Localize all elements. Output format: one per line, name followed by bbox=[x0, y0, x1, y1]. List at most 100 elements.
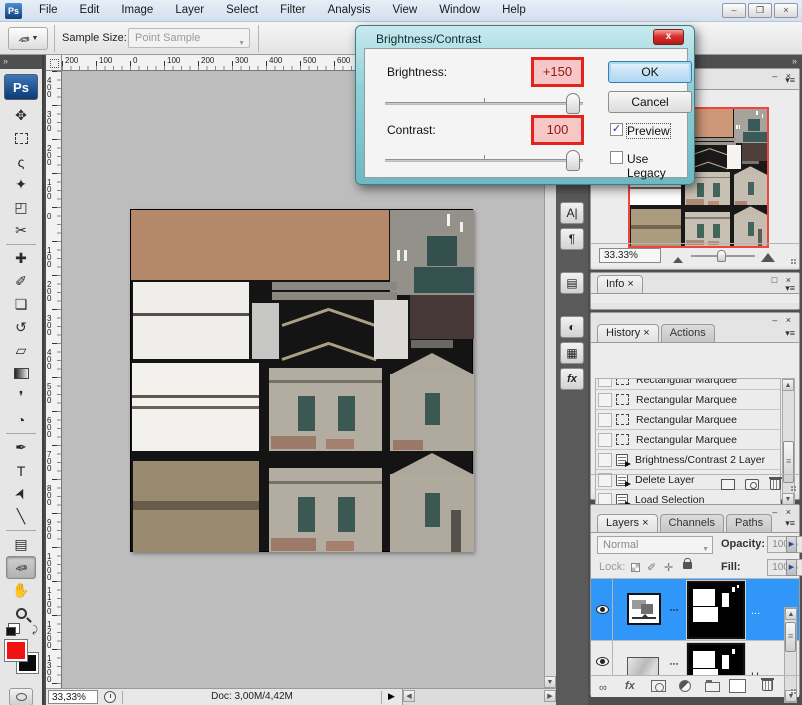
contrast-slider[interactable] bbox=[385, 159, 583, 162]
brightness-slider[interactable] bbox=[385, 102, 583, 105]
ruler-origin-box[interactable] bbox=[46, 55, 62, 71]
history-state-box[interactable] bbox=[598, 393, 612, 407]
hand-tool[interactable]: ✋ bbox=[6, 579, 36, 602]
default-colors-icon[interactable] bbox=[6, 627, 16, 636]
history-item[interactable]: Rectangular Marquee bbox=[596, 410, 780, 430]
vertical-ruler[interactable]: 4003002001000100200300400500600700800900… bbox=[46, 71, 62, 688]
gradient-tool[interactable] bbox=[6, 362, 36, 385]
fill-arrow-button[interactable]: ▶ bbox=[786, 559, 797, 576]
history-state-box[interactable] bbox=[598, 378, 612, 387]
move-tool[interactable]: ✥ bbox=[6, 104, 36, 127]
dialog-close-button[interactable]: x bbox=[653, 29, 684, 45]
scroll-left-icon[interactable]: ◀ bbox=[403, 690, 415, 702]
tool-dock-collapse[interactable]: » bbox=[0, 55, 42, 69]
quick-mask-button[interactable] bbox=[9, 688, 33, 705]
lock-position-icon[interactable]: ✛ bbox=[664, 561, 673, 574]
contrast-value[interactable]: 100 bbox=[531, 115, 584, 145]
adjustment-layer-thumbnail[interactable] bbox=[627, 593, 661, 625]
healing-brush-tool[interactable]: ✚ bbox=[6, 247, 36, 270]
layer-mask-thumbnail[interactable] bbox=[687, 643, 745, 675]
layer-comps-panel-icon[interactable]: ▤ bbox=[560, 272, 584, 294]
navigator-zoom-field[interactable]: 33.33% bbox=[599, 248, 661, 263]
navigator-zoom-slider[interactable] bbox=[691, 255, 755, 257]
resize-grip[interactable] bbox=[791, 259, 797, 265]
contrast-slider-thumb[interactable] bbox=[566, 150, 580, 171]
lasso-tool[interactable]: ς bbox=[6, 150, 36, 173]
eye-icon[interactable] bbox=[596, 657, 609, 666]
panel-menu-icon[interactable]: ▾≡ bbox=[785, 75, 795, 86]
history-item[interactable]: Rectangular Marquee bbox=[596, 390, 780, 410]
history-item[interactable]: Rectangular Marquee bbox=[596, 430, 780, 450]
visibility-cell[interactable] bbox=[593, 579, 613, 640]
layer-style-icon[interactable]: fx bbox=[625, 680, 635, 692]
app-icon[interactable]: Ps bbox=[5, 3, 22, 19]
add-layer-mask-icon[interactable] bbox=[651, 680, 666, 692]
line-tool[interactable]: ╲ bbox=[6, 505, 36, 528]
notes-tool[interactable]: ▤ bbox=[6, 533, 36, 556]
texture-atlas-image[interactable] bbox=[130, 209, 473, 552]
crop-tool[interactable]: ◰ bbox=[6, 196, 36, 219]
rectangular-marquee-tool[interactable] bbox=[6, 127, 36, 150]
brightness-slider-thumb[interactable] bbox=[566, 93, 580, 114]
styles-panel-icon[interactable]: fx bbox=[560, 368, 584, 390]
new-group-icon[interactable] bbox=[705, 682, 720, 692]
menu-filter[interactable]: Filter bbox=[269, 0, 317, 21]
new-layer-icon[interactable] bbox=[731, 680, 744, 691]
ok-button[interactable]: OK bbox=[608, 61, 692, 83]
resize-grip[interactable] bbox=[791, 486, 797, 492]
pen-tool[interactable]: ✒ bbox=[6, 436, 36, 459]
tab-channels[interactable]: Channels bbox=[660, 514, 724, 532]
history-state-box[interactable] bbox=[598, 433, 612, 447]
tab-paths[interactable]: Paths bbox=[726, 514, 772, 532]
zoom-level-field[interactable]: 33,33% bbox=[48, 690, 98, 704]
opacity-arrow-button[interactable]: ▶ bbox=[786, 536, 797, 553]
layer-row-adjustment[interactable]: 𝌀 ... bbox=[591, 579, 799, 641]
scrollbar-thumb[interactable] bbox=[785, 622, 796, 652]
panel-menu-icon[interactable]: ▾≡ bbox=[785, 518, 795, 529]
menu-view[interactable]: View bbox=[381, 0, 428, 21]
mask-link-icon[interactable]: 𝌀 bbox=[669, 603, 679, 616]
visibility-cell[interactable] bbox=[593, 641, 613, 675]
scroll-right-icon[interactable]: ▶ bbox=[544, 690, 556, 702]
menu-select[interactable]: Select bbox=[215, 0, 269, 21]
lock-all-icon[interactable] bbox=[683, 562, 692, 569]
restore-button[interactable]: ❒ bbox=[748, 3, 772, 18]
history-brush-tool[interactable]: ↺ bbox=[6, 316, 36, 339]
dodge-tool[interactable]: ◔ bbox=[6, 408, 36, 431]
resize-grip[interactable] bbox=[791, 689, 797, 695]
scroll-up-icon[interactable]: ▲ bbox=[782, 379, 794, 391]
status-menu-arrow-icon[interactable]: ▶ bbox=[388, 691, 395, 702]
menu-file[interactable]: File bbox=[28, 0, 69, 21]
menu-analysis[interactable]: Analysis bbox=[317, 0, 382, 21]
slice-tool[interactable]: ✂ bbox=[6, 219, 36, 242]
paragraph-panel-icon[interactable]: ¶ bbox=[560, 228, 584, 250]
type-tool[interactable]: T bbox=[6, 459, 36, 482]
panel-menu-icon[interactable]: ▾≡ bbox=[785, 328, 795, 339]
tab-actions[interactable]: Actions bbox=[661, 324, 715, 342]
layer-row-adjustment-2[interactable]: 𝌀 H bbox=[591, 641, 799, 675]
brush-tool[interactable]: ✐ bbox=[6, 270, 36, 293]
history-item[interactable]: Brightness/Contrast 2 Layer bbox=[596, 450, 780, 470]
cancel-button[interactable]: Cancel bbox=[608, 91, 692, 113]
tool-preset-button[interactable]: ✎ ▼ bbox=[8, 27, 48, 50]
mask-link-icon[interactable]: 𝌀 bbox=[669, 657, 679, 670]
horizontal-scrollbar[interactable]: ◀ ▶ bbox=[402, 689, 556, 705]
color-panel-icon[interactable]: ◐ bbox=[560, 316, 584, 338]
zoom-in-icon[interactable] bbox=[761, 253, 775, 262]
tab-history[interactable]: History × bbox=[597, 324, 659, 342]
menu-window[interactable]: Window bbox=[428, 0, 491, 21]
clone-stamp-tool[interactable]: ❏ bbox=[6, 293, 36, 316]
tab-info[interactable]: Info × bbox=[597, 275, 643, 293]
character-panel-icon[interactable]: A| bbox=[560, 202, 584, 224]
eyedropper-tool[interactable]: ✎ bbox=[6, 556, 36, 579]
menu-help[interactable]: Help bbox=[491, 0, 537, 21]
swap-colors-icon[interactable]: ⤸ bbox=[32, 625, 38, 636]
blur-tool[interactable]: ❜ bbox=[6, 385, 36, 408]
eraser-tool[interactable]: ▱ bbox=[6, 339, 36, 362]
path-selection-tool[interactable]: ➤ bbox=[6, 482, 36, 505]
tab-layers[interactable]: Layers × bbox=[597, 514, 658, 532]
quick-selection-tool[interactable]: ✦ bbox=[6, 173, 36, 196]
delete-layer-icon[interactable] bbox=[762, 680, 773, 691]
lock-transparency-icon[interactable] bbox=[631, 563, 640, 572]
menu-layer[interactable]: Layer bbox=[164, 0, 215, 21]
